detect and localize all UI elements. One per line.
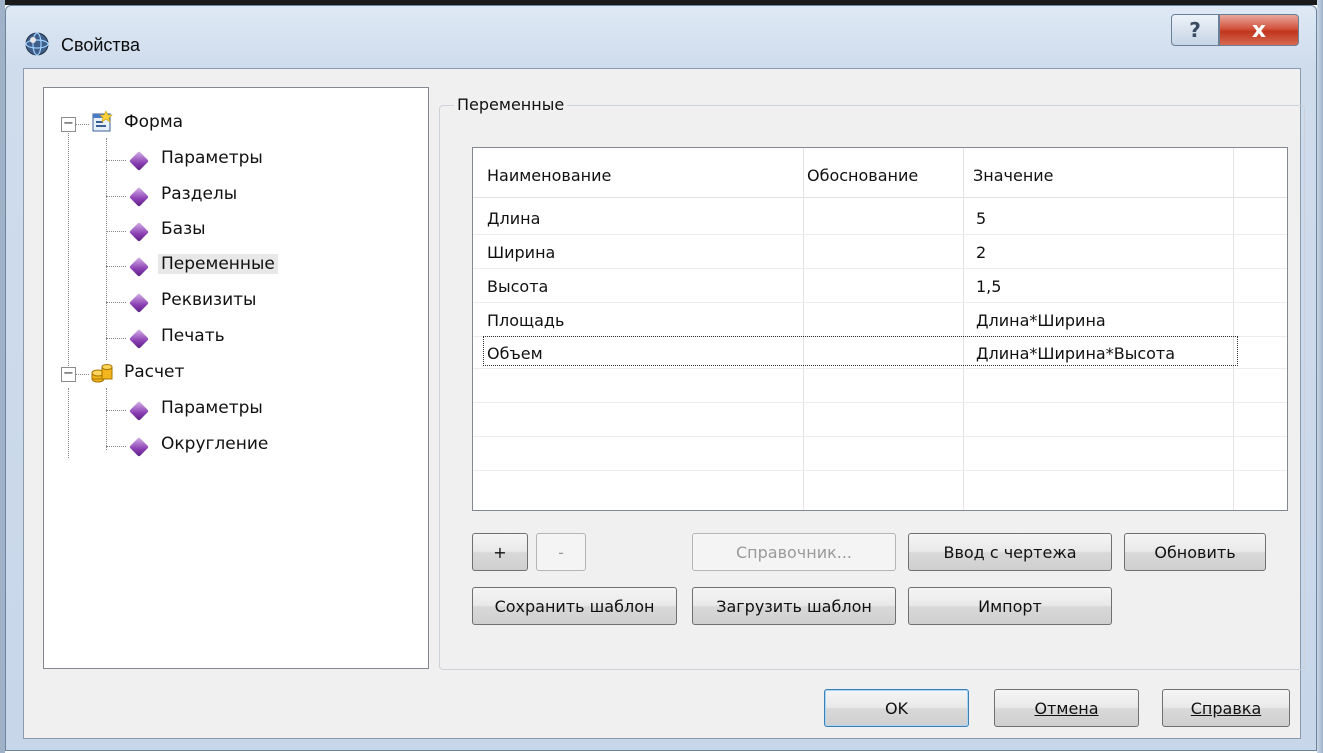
tree-item-rekvizity[interactable]: Реквизиты: [161, 290, 256, 310]
cell-value[interactable]: 1,5: [976, 277, 1001, 296]
ok-button[interactable]: OK: [824, 689, 969, 727]
title-bar[interactable]: Свойства ? x: [6, 6, 1316, 68]
save-template-button[interactable]: Сохранить шаблон: [472, 587, 677, 625]
tree-item-bazy[interactable]: Базы: [161, 219, 206, 239]
cell-value[interactable]: 5: [976, 209, 986, 228]
dialog-client-area: − Форма Параметры Разделы Базы Переменны…: [23, 68, 1305, 739]
cell-name[interactable]: Высота: [487, 277, 548, 296]
cell-name[interactable]: Объем: [487, 344, 543, 363]
title-close-button[interactable]: x: [1219, 14, 1299, 46]
purple-bullet-icon: [129, 401, 149, 421]
remove-row-button[interactable]: -: [536, 533, 586, 571]
purple-bullet-icon: [129, 257, 149, 277]
tree-item-pechat[interactable]: Печать: [161, 326, 225, 346]
title-help-button[interactable]: ?: [1171, 14, 1219, 46]
reference-button[interactable]: Справочник...: [692, 533, 896, 571]
help-button[interactable]: Справка: [1162, 689, 1290, 727]
input-from-drawing-button[interactable]: Ввод с чертежа: [908, 533, 1112, 571]
cell-name[interactable]: Ширина: [487, 243, 555, 262]
purple-bullet-icon: [129, 437, 149, 457]
column-header-basis[interactable]: Обоснование: [807, 166, 918, 185]
cancel-button-label: Отмена: [1034, 698, 1099, 718]
cell-name[interactable]: Площадь: [487, 311, 564, 330]
tree-item-raschet[interactable]: Расчет: [124, 362, 184, 382]
purple-bullet-icon: [129, 329, 149, 349]
load-template-button[interactable]: Загрузить шаблон: [692, 587, 896, 625]
coins-icon: [91, 364, 113, 383]
purple-bullet-icon: [129, 293, 149, 313]
tree-item-forma-parametry[interactable]: Параметры: [161, 148, 263, 168]
tree-item-peremennye[interactable]: Переменные: [158, 254, 278, 274]
column-header-value[interactable]: Значение: [973, 166, 1054, 185]
tree-view[interactable]: − Форма Параметры Разделы Базы Переменны…: [43, 87, 429, 669]
variables-group-title: Переменные: [454, 95, 568, 114]
purple-bullet-icon: [129, 187, 149, 207]
cell-value[interactable]: Длина*Ширина*Высота: [976, 344, 1175, 363]
form-icon: [92, 110, 113, 132]
tree-item-forma[interactable]: Форма: [124, 112, 183, 132]
help-button-label: Справка: [1190, 698, 1262, 718]
import-button[interactable]: Импорт: [908, 587, 1112, 625]
tree-expander-forma[interactable]: −: [61, 117, 76, 132]
tree-item-razdely[interactable]: Разделы: [161, 184, 237, 204]
purple-bullet-icon: [129, 222, 149, 242]
cancel-button[interactable]: Отмена: [994, 689, 1139, 727]
refresh-button[interactable]: Обновить: [1124, 533, 1266, 571]
window-title: Свойства: [61, 35, 141, 55]
tree-item-okruglenie[interactable]: Округление: [161, 434, 268, 454]
cell-name[interactable]: Длина: [487, 209, 540, 228]
tree-expander-raschet[interactable]: −: [61, 367, 76, 382]
properties-window: Свойства ? x − Форма Параметры Разделы Б…: [5, 5, 1317, 751]
app-globe-icon: [25, 32, 49, 56]
column-header-name[interactable]: Наименование: [487, 166, 611, 185]
tree-item-raschet-parametry[interactable]: Параметры: [161, 398, 263, 418]
cell-value[interactable]: Длина*Ширина: [976, 311, 1106, 330]
variables-grid[interactable]: Наименование Обоснование Значение Длина …: [472, 147, 1288, 511]
add-row-button[interactable]: +: [472, 533, 528, 571]
purple-bullet-icon: [129, 151, 149, 171]
cell-value[interactable]: 2: [976, 243, 986, 262]
